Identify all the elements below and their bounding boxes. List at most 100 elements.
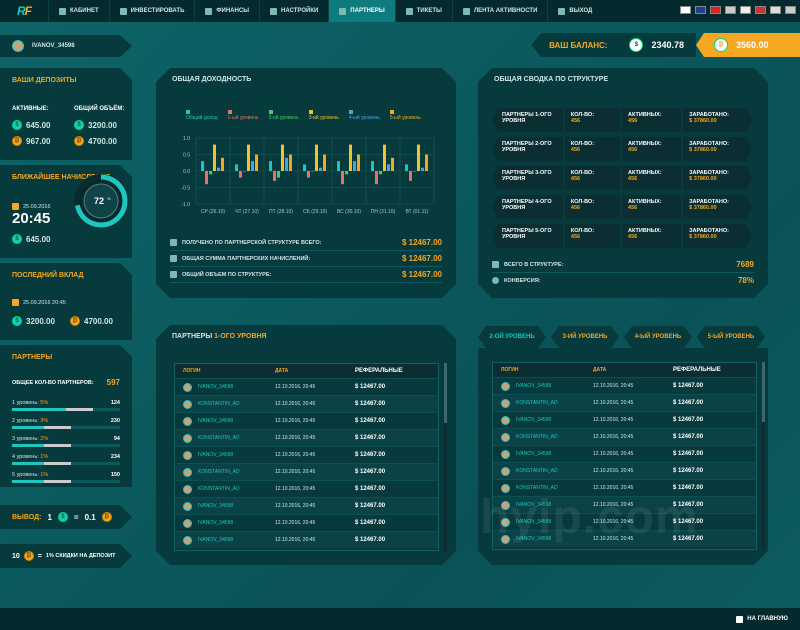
flag-4-icon[interactable] — [725, 6, 736, 14]
column-header[interactable]: ЛОГИН — [493, 367, 593, 373]
home-icon — [59, 7, 66, 15]
y-tick-label: 0.0 — [183, 169, 190, 175]
tab-level-3[interactable]: 3-ИЙ УРОВЕНЬ — [551, 326, 619, 348]
login-text[interactable]: IVANOV_34598 — [198, 452, 233, 458]
table-row[interactable]: IVANOV_34598 12.10.2016, 20:45 $ 12467.00 — [493, 411, 756, 428]
table-row[interactable]: IVANOV_34598 12.10.2016, 20:45 $ 12467.00 — [175, 378, 438, 395]
table-row[interactable]: KONSTANTIN_AD 12.10.2016, 20:45 $ 12467.00 — [175, 395, 438, 412]
tab-level-5[interactable]: 5-ЫЙ УРОВЕНЬ — [697, 326, 765, 348]
nav-item-7[interactable]: ВЫХОД — [547, 0, 602, 22]
referral-cell: $ 12467.00 — [673, 468, 704, 474]
home-icon — [736, 615, 744, 623]
nav-item-6[interactable]: ЛЕНТА АКТИВНОСТИ — [451, 0, 547, 22]
column-header[interactable]: РЕФЕРАЛЬНЫЕ — [355, 368, 435, 374]
structure-cell: ПАРТНЕРЫ 4-ОГО УРОВНЯ — [492, 195, 563, 219]
watermark: hyip.com — [480, 491, 699, 544]
partners-total: 597 — [106, 378, 120, 387]
site-logo[interactable]: RF — [0, 0, 48, 22]
total-label: ОБЩИЙ ОБЪЁМ: — [74, 106, 125, 112]
login-text[interactable]: IVANOV_34598 — [516, 383, 551, 389]
column-header[interactable]: ДАТА — [275, 368, 355, 374]
user-badge[interactable]: IVANOV_34598 — [0, 35, 132, 57]
x-tick-label: ВТ (01.11) — [406, 209, 429, 215]
income-row-label: ПОЛУЧЕНО ПО ПАРТНЕРСКОЙ СТРУКТУРЕ ВСЕГО: — [182, 239, 322, 246]
login-text[interactable]: IVANOV_34598 — [198, 503, 233, 509]
partner-level-head: 4 уровень: 1% 234 — [12, 454, 120, 460]
date-cell: 12.10.2016, 20:45 — [593, 451, 634, 457]
structure-cell-label: ПАРТНЕРЫ 1-ОГО УРОВНЯ — [502, 112, 552, 124]
login-text[interactable]: IVANOV_34598 — [198, 537, 233, 543]
y-tick-label: -1.0 — [181, 202, 190, 208]
bar — [353, 161, 356, 171]
tab-level-4[interactable]: 4-ЫЙ УРОВЕНЬ — [624, 326, 692, 348]
level2-scrollbar[interactable] — [762, 362, 765, 550]
bar — [323, 155, 326, 172]
accrual-amount: $645.00 — [12, 234, 50, 244]
table-row[interactable]: IVANOV_34598 12.10.2016, 20:45 $ 12467.00 — [493, 377, 756, 394]
table-row[interactable]: IVANOV_34598 12.10.2016, 20:45 $ 12467.00 — [175, 531, 438, 548]
avatar — [501, 450, 510, 459]
table-row[interactable]: IVANOV_34598 12.10.2016, 20:45 $ 12467.00 — [175, 514, 438, 531]
bar — [375, 171, 378, 184]
column-header[interactable]: ДАТА — [593, 367, 673, 373]
ru-flag-icon[interactable] — [680, 6, 691, 14]
level1-scrollbar[interactable] — [444, 363, 447, 551]
referral-cell: $ 12467.00 — [355, 401, 386, 407]
nav-item-2[interactable]: ФИНАНСЫ — [194, 0, 259, 22]
structure-cell-value: 456 — [628, 234, 638, 240]
table-row[interactable]: IVANOV_34598 12.10.2016, 20:45 $ 12467.00 — [175, 497, 438, 514]
table-row[interactable]: KONSTANTIN_AD 12.10.2016, 20:45 $ 12467.00 — [175, 480, 438, 497]
login-text[interactable]: KONSTANTIN_AD — [516, 468, 558, 474]
login-text[interactable]: IVANOV_34598 — [516, 451, 551, 457]
login-text[interactable]: KONSTANTIN_AD — [516, 434, 558, 440]
nav-item-4[interactable]: ПАРТНЕРЫ — [328, 0, 395, 22]
table-row[interactable]: KONSTANTIN_AD 12.10.2016, 20:45 $ 12467.00 — [493, 394, 756, 411]
partner-level-bar-marker — [44, 444, 71, 447]
level1-title: ПАРТНЕРЫ 1-ОГО УРОВНЯ — [172, 333, 267, 340]
login-text[interactable]: IVANOV_34598 — [198, 520, 233, 526]
tab-level-2[interactable]: 2-ОЙ УРОВЕНЬ — [478, 326, 546, 348]
nav-item-3[interactable]: НАСТРОЙКИ — [259, 0, 328, 22]
table-row[interactable]: IVANOV_34598 12.10.2016, 20:45 $ 12467.00 — [175, 412, 438, 429]
login-text[interactable]: KONSTANTIN_AD — [516, 400, 558, 406]
nav-item-1[interactable]: ИНВЕСТИРОВАТЬ — [108, 0, 195, 22]
date-cell: 12.10.2016, 20:45 — [275, 384, 316, 390]
table-row[interactable]: IVANOV_34598 12.10.2016, 20:45 $ 12467.00 — [493, 445, 756, 462]
login-cell: IVANOV_34598 — [175, 383, 275, 392]
table-row[interactable]: IVANOV_34598 12.10.2016, 20:45 $ 12467.00 — [175, 446, 438, 463]
partner-level-head: 2 уровень: 3% 230 — [12, 418, 120, 424]
date-cell: 12.10.2016, 20:45 — [593, 400, 634, 406]
structure-cell: КОЛ-ВО: 456 — [565, 224, 620, 248]
login-text[interactable]: IVANOV_34598 — [198, 384, 233, 390]
home-link[interactable]: НА ГЛАВНУЮ — [736, 615, 788, 623]
scroll-thumb[interactable] — [444, 363, 447, 423]
users-icon — [339, 7, 347, 15]
flag-8-icon[interactable] — [785, 6, 796, 14]
login-text[interactable]: IVANOV_34598 — [198, 418, 233, 424]
table-row[interactable]: KONSTANTIN_AD 12.10.2016, 20:45 $ 12467.00 — [493, 428, 756, 445]
date-cell: 12.10.2016, 20:45 — [275, 401, 316, 407]
column-header[interactable]: ЛОГИН — [175, 368, 275, 374]
nav-item-5[interactable]: ТИКЕТЫ — [394, 0, 452, 22]
scroll-thumb[interactable] — [762, 362, 765, 422]
table-row[interactable]: KONSTANTIN_AD 12.10.2016, 20:45 $ 12467.00 — [175, 429, 438, 446]
bar — [409, 171, 412, 181]
discount-info: 10 ₿ = 1% СКИДКИ НА ДЕПОЗИТ — [0, 544, 132, 568]
table-row[interactable]: KONSTANTIN_AD 12.10.2016, 20:45 $ 12467.00 — [493, 462, 756, 479]
login-text[interactable]: IVANOV_34598 — [516, 417, 551, 423]
flag-6-icon[interactable] — [755, 6, 766, 14]
login-text[interactable]: KONSTANTIN_AD — [198, 469, 240, 475]
nav-item-0[interactable]: КАБИНЕТ — [48, 0, 109, 22]
login-text[interactable]: KONSTANTIN_AD — [198, 486, 240, 492]
login-text[interactable]: KONSTANTIN_AD — [198, 401, 240, 407]
accrual-date-text: 25.09.2016 — [23, 203, 51, 210]
flag-7-icon[interactable] — [770, 6, 781, 14]
cn-flag-icon[interactable] — [710, 6, 721, 14]
flag-5-icon[interactable] — [740, 6, 751, 14]
login-text[interactable]: KONSTANTIN_AD — [198, 435, 240, 441]
gb-flag-icon[interactable] — [695, 6, 706, 14]
table-row[interactable]: KONSTANTIN_AD 12.10.2016, 20:45 $ 12467.00 — [175, 463, 438, 480]
x-tick-label: ПН (31.10) — [371, 209, 396, 215]
column-header[interactable]: РЕФЕРАЛЬНЫЕ — [673, 367, 753, 373]
structure-cell-label: ПАРТНЕРЫ 2-ОГО УРОВНЯ — [502, 141, 552, 153]
